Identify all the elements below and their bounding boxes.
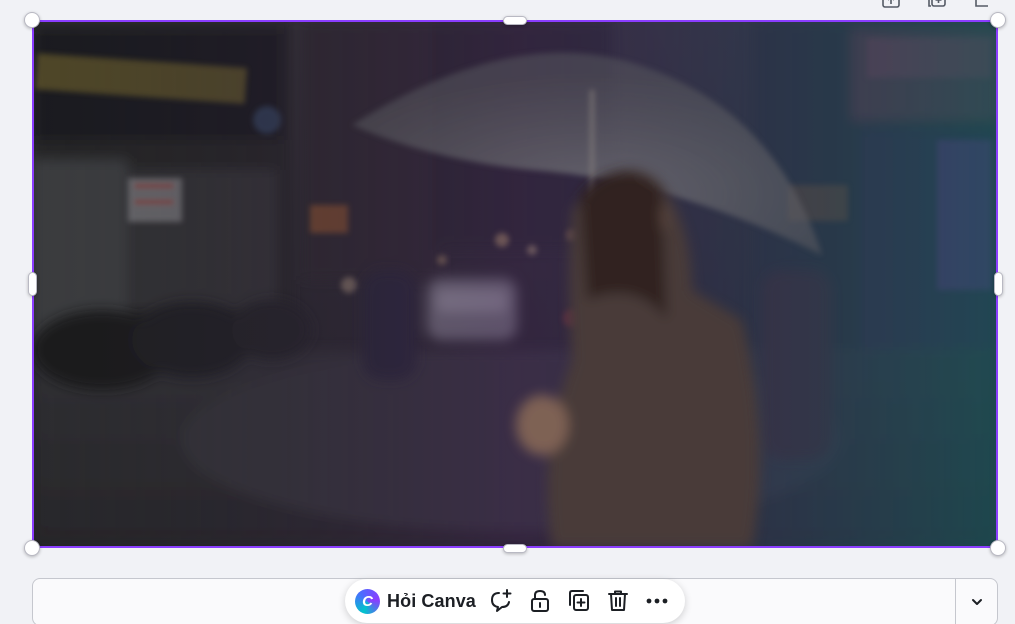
ask-canva-button[interactable]: C Hỏi Canva: [355, 583, 480, 619]
add-comment-button[interactable]: [483, 583, 519, 619]
add-page-icon[interactable]: [973, 0, 993, 8]
canva-logo-icon: C: [355, 588, 380, 614]
more-icon: [646, 598, 668, 604]
chevron-down-icon: [971, 599, 982, 605]
delete-icon: [607, 590, 628, 611]
duplicate-page-icon[interactable]: [927, 0, 947, 8]
editor-canvas: C Hỏi Canva: [0, 0, 1015, 624]
ask-canva-label: Hỏi Canva: [387, 590, 476, 611]
resize-handle-bottom-left[interactable]: [24, 540, 40, 556]
resize-handle-bottom[interactable]: [503, 544, 527, 553]
street-photo: [32, 20, 998, 548]
page-top-actions: [881, 0, 993, 8]
unlock-icon: [530, 589, 549, 612]
resize-handle-top[interactable]: [503, 16, 527, 25]
duplicate-icon: [568, 590, 589, 611]
selected-photo[interactable]: [32, 20, 998, 548]
resize-handle-top-left[interactable]: [24, 12, 40, 28]
lock-page-icon[interactable]: [881, 0, 901, 8]
resize-handle-top-right[interactable]: [990, 12, 1006, 28]
notes-toggle-button[interactable]: [956, 579, 997, 624]
floating-toolbar: C Hỏi Canva: [345, 579, 685, 623]
unlock-button[interactable]: [522, 583, 558, 619]
delete-button[interactable]: [600, 583, 636, 619]
comment-add-icon: [490, 589, 512, 612]
resize-handle-left[interactable]: [28, 272, 37, 296]
resize-handle-right[interactable]: [994, 272, 1003, 296]
duplicate-button[interactable]: [561, 583, 597, 619]
more-options-button[interactable]: [639, 583, 675, 619]
resize-handle-bottom-right[interactable]: [990, 540, 1006, 556]
